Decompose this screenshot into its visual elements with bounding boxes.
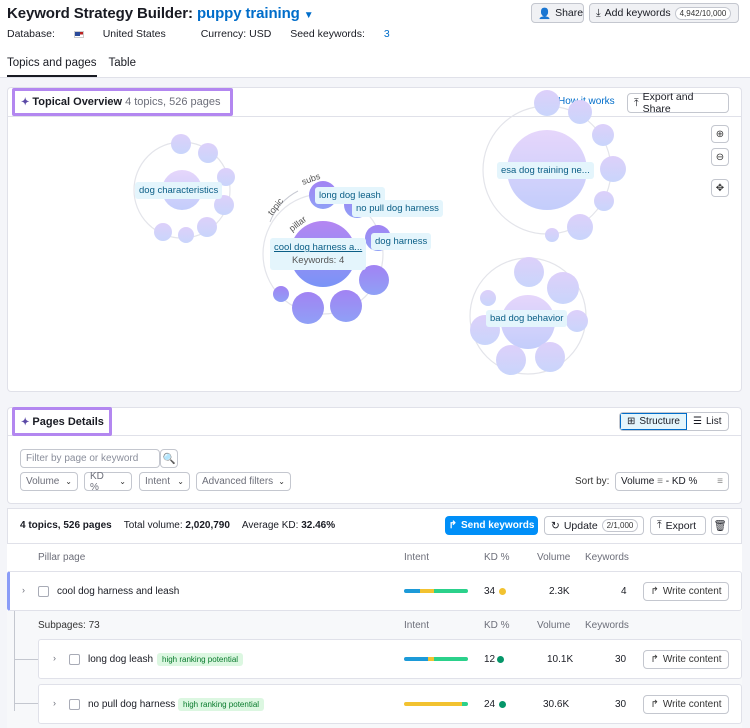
sort-icon: ≡ (657, 476, 663, 487)
structure-toggle[interactable]: ⊞ Structure (620, 413, 687, 430)
ranking-tag: high ranking potential (178, 698, 265, 711)
share-arrow-icon: ↱ (650, 586, 659, 597)
tree-line (14, 611, 15, 711)
chevron-right-icon[interactable]: › (22, 585, 25, 595)
kd-value: 24 (484, 699, 496, 710)
upload-icon: ⤒ (657, 519, 662, 531)
row-name[interactable]: cool dog harness and leash (57, 586, 179, 597)
sort-select[interactable]: Volume ≡ - KD % ≡ (615, 472, 729, 491)
kd-dot (497, 656, 504, 663)
intent-filter[interactable]: Intent ⌄ (139, 472, 190, 491)
row-name[interactable]: no pull dog harness (88, 699, 175, 710)
send-keywords-button[interactable]: ↱ Send keywords (445, 516, 538, 535)
export-button[interactable]: ⤒ Export (650, 516, 706, 535)
keywords-value: 4 (621, 586, 627, 597)
topic-label-cool-harness[interactable]: cool dog harness a... Keywords: 4 (270, 238, 367, 270)
chevron-down-icon: ⌄ (278, 477, 285, 486)
write-content-button[interactable]: ↱ Write content (643, 695, 729, 714)
search-icon[interactable]: 🔍 (160, 449, 178, 468)
row-checkbox[interactable] (69, 654, 80, 665)
intent-bar (404, 589, 468, 593)
sub-col-kd: KD % (484, 620, 510, 631)
sub-col-keywords: Keywords (585, 620, 629, 631)
col-volume: Volume (537, 552, 571, 563)
structure-icon: ⊞ (627, 416, 636, 427)
kd-dot (499, 588, 506, 595)
volume-filter[interactable]: Volume ⌄ (20, 472, 78, 491)
row-checkbox[interactable] (38, 586, 49, 597)
advanced-filters[interactable]: Advanced filters ⌄ (196, 472, 291, 491)
divider (7, 435, 742, 436)
topic-label-esa-training[interactable]: esa dog training ne... (497, 162, 594, 179)
subpages-count: Subpages: 73 (38, 620, 100, 631)
row-checkbox[interactable] (69, 699, 80, 710)
subtopic-label-dog-harness[interactable]: dog harness (371, 233, 432, 250)
chevron-down-icon: ⌄ (177, 477, 184, 486)
intent-bar (404, 657, 468, 661)
keywords-value: 30 (615, 654, 627, 665)
update-button[interactable]: ↻ Update 2/1,000 (544, 516, 644, 535)
pages-heading: ✦ Pages Details (21, 416, 104, 428)
volume-value: 30.6K (543, 699, 570, 710)
share-arrow-icon: ↱ (650, 699, 659, 710)
update-count-badge: 2/1,000 (601, 519, 639, 532)
write-content-button[interactable]: ↱ Write content (643, 582, 729, 601)
filter-input[interactable]: Filter by page or keyword (20, 449, 160, 468)
chevron-down-icon: ⌄ (65, 477, 72, 486)
col-keywords: Keywords (585, 552, 629, 563)
topic-label-bad-dog-behavior[interactable]: bad dog behavior (486, 310, 568, 327)
refresh-icon: ↻ (551, 519, 560, 532)
keywords-value: 30 (615, 699, 627, 710)
volume-value: 10.1K (547, 654, 574, 665)
tree-line (14, 703, 38, 704)
kd-value: 12 (484, 654, 496, 665)
intent-bar (404, 702, 468, 706)
sub-col-intent: Intent (404, 620, 430, 631)
sparkle-icon: ✦ (21, 416, 30, 428)
arc-label-topic: topic (266, 196, 286, 218)
share-arrow-icon: ↱ (448, 520, 458, 531)
col-pillar-page: Pillar page (38, 552, 86, 563)
list-icon: ☰ (692, 416, 702, 427)
kd-filter[interactable]: KD % ⌄ (84, 471, 132, 493)
write-content-button[interactable]: ↱ Write content (643, 650, 729, 669)
trash-icon[interactable]: 🗑 (711, 516, 729, 535)
kd-dot (499, 701, 506, 708)
topic-label-dog-characteristics[interactable]: dog characteristics (135, 182, 223, 199)
col-intent: Intent (404, 552, 430, 563)
share-arrow-icon: ↱ (650, 654, 659, 665)
sort-label: Sort by: (575, 476, 610, 487)
ranking-tag: high ranking potential (157, 653, 244, 666)
volume-value: 2.3K (549, 586, 570, 597)
chevron-down-icon: ⌄ (119, 477, 126, 486)
subtopic-label-no-pull-harness[interactable]: no pull dog harness (352, 200, 443, 217)
summary-stats: 4 topics, 526 pages Total volume: 2,020,… (20, 520, 336, 531)
sort-icon: ≡ (717, 476, 723, 487)
chevron-right-icon[interactable]: › (53, 698, 56, 708)
sub-col-volume: Volume (537, 620, 571, 631)
col-kd: KD % (484, 552, 510, 563)
row-name[interactable]: long dog leash (88, 654, 153, 665)
view-toggle: ⊞ Structure ☰ List (619, 412, 729, 431)
kd-value: 34 (484, 586, 496, 597)
chevron-right-icon[interactable]: › (53, 653, 56, 663)
list-toggle[interactable]: ☰ List (687, 413, 728, 430)
tree-line (14, 659, 38, 660)
